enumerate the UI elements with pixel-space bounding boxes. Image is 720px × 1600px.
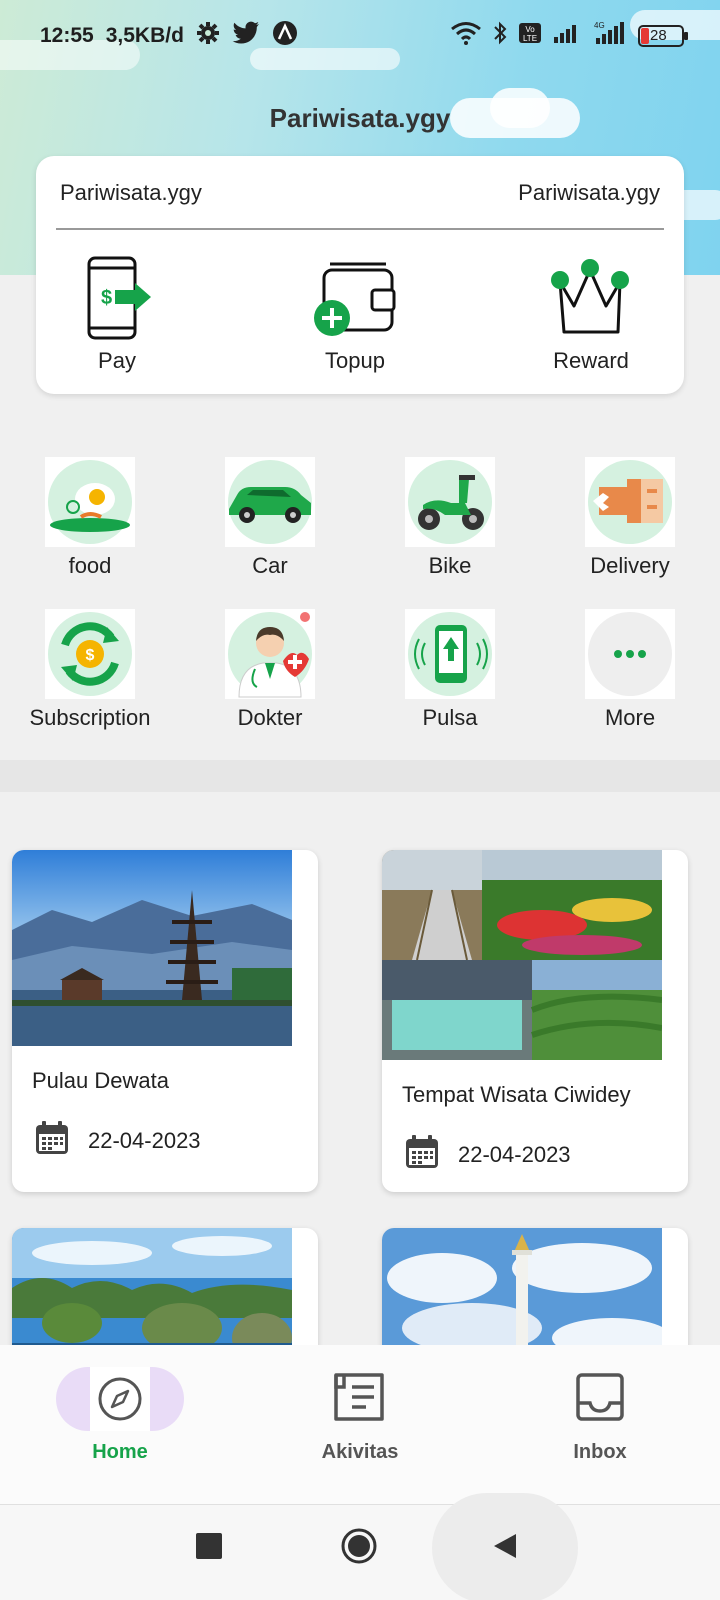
- calendar-icon: [404, 1134, 440, 1176]
- trip-card[interactable]: Pulau Dewata 22-04-2023: [12, 850, 318, 1192]
- food-icon: [45, 457, 135, 547]
- activity-list-icon: [330, 1367, 390, 1432]
- nav-home-label: Home: [92, 1441, 148, 1463]
- svg-text:$: $: [86, 647, 95, 664]
- svg-text:4G: 4G: [594, 21, 605, 30]
- wallet-label-left: Pariwisata.ygy: [60, 180, 202, 205]
- subscription-icon: $: [45, 609, 135, 699]
- service-label: More: [604, 705, 656, 730]
- section-divider: [0, 760, 720, 792]
- svg-text:Vo: Vo: [525, 25, 535, 34]
- inbox-icon: [570, 1367, 630, 1432]
- topup-label: Topup: [325, 348, 385, 373]
- service-label: Subscription: [29, 705, 151, 730]
- wallet-card: Pariwisata.ygy Pariwisata.ygy $ Pay Topu…: [36, 156, 684, 394]
- reward-button[interactable]: Reward: [526, 256, 656, 374]
- service-more[interactable]: More: [545, 609, 715, 731]
- wallet-divider: [56, 228, 664, 230]
- back-button[interactable]: [490, 1531, 520, 1566]
- calendar-icon: [34, 1120, 70, 1162]
- volte-icon: Vo LTE: [518, 22, 542, 49]
- nav-active-indicator: [56, 1367, 184, 1431]
- bluetooth-icon: [492, 21, 508, 50]
- wifi-icon: [450, 21, 482, 50]
- app-title: Pariwisata.ygy: [269, 103, 451, 133]
- pay-label: Pay: [98, 348, 136, 373]
- svg-text:LTE: LTE: [523, 34, 537, 43]
- topup-button[interactable]: Topup: [290, 256, 420, 374]
- signal-4g-icon: 4G: [592, 20, 628, 51]
- service-label: Dokter: [237, 705, 303, 730]
- trip-title: Tempat Wisata Ciwidey: [402, 1082, 631, 1107]
- trip-image-temple: [12, 850, 292, 1046]
- nav-home[interactable]: Home: [40, 1367, 200, 1464]
- svg-text:$: $: [101, 287, 112, 309]
- pay-button[interactable]: $ Pay: [52, 256, 182, 374]
- service-label: food: [68, 553, 112, 578]
- trip-date: 22-04-2023: [88, 1128, 201, 1153]
- service-label: Pulsa: [422, 705, 478, 730]
- service-dokter[interactable]: Dokter: [185, 609, 355, 731]
- status-network-speed: 3,5KB/d: [105, 24, 184, 47]
- bike-icon: [405, 457, 495, 547]
- battery-icon: 28: [638, 24, 688, 47]
- reward-label: Reward: [553, 348, 629, 373]
- settings-gear-icon: [196, 21, 220, 51]
- home-button[interactable]: [340, 1527, 378, 1570]
- nav-inbox-label: Inbox: [573, 1441, 627, 1463]
- trip-title: Pulau Dewata: [32, 1068, 169, 1093]
- service-subscription[interactable]: $ Subscription: [5, 609, 175, 731]
- service-car[interactable]: Car: [185, 457, 355, 579]
- status-time: 12:55: [40, 24, 94, 47]
- compass-icon: [90, 1367, 150, 1431]
- trip-date: 22-04-2023: [458, 1142, 571, 1167]
- phone-credit-icon: [405, 609, 495, 699]
- service-pulsa[interactable]: Pulsa: [365, 609, 535, 731]
- battery-level: 28: [650, 26, 667, 44]
- service-label: Bike: [428, 553, 472, 578]
- app-notification-icon: [272, 20, 298, 52]
- bottom-nav: Home Akivitas Inbox: [0, 1345, 720, 1505]
- recents-button[interactable]: [196, 1533, 222, 1559]
- doctor-icon: [225, 609, 315, 699]
- system-navigation-bar: [0, 1493, 720, 1600]
- nav-aktivitas-label: Akivitas: [321, 1441, 399, 1463]
- wallet-topup-icon: [290, 256, 420, 340]
- trip-image-ciwidey: [382, 850, 663, 1060]
- signal-icon: [552, 22, 582, 49]
- service-delivery[interactable]: Delivery: [545, 457, 715, 579]
- crown-icon: [526, 256, 656, 340]
- car-icon: [225, 457, 315, 547]
- twitter-icon: [232, 21, 260, 51]
- service-food[interactable]: food: [5, 457, 175, 579]
- nav-inbox[interactable]: Inbox: [520, 1367, 680, 1464]
- pay-phone-icon: $: [52, 256, 182, 340]
- service-label: Delivery: [590, 553, 670, 578]
- more-icon: [585, 609, 675, 699]
- service-bike[interactable]: Bike: [365, 457, 535, 579]
- delivery-icon: [585, 457, 675, 547]
- wallet-label-right: Pariwisata.ygy: [518, 180, 660, 205]
- status-bar: 12:55 3,5KB/d Vo LTE 4G 28: [0, 0, 720, 70]
- service-label: Car: [252, 553, 288, 578]
- trip-card[interactable]: Tempat Wisata Ciwidey 22-04-2023: [382, 850, 688, 1192]
- nav-aktivitas[interactable]: Akivitas: [280, 1367, 440, 1464]
